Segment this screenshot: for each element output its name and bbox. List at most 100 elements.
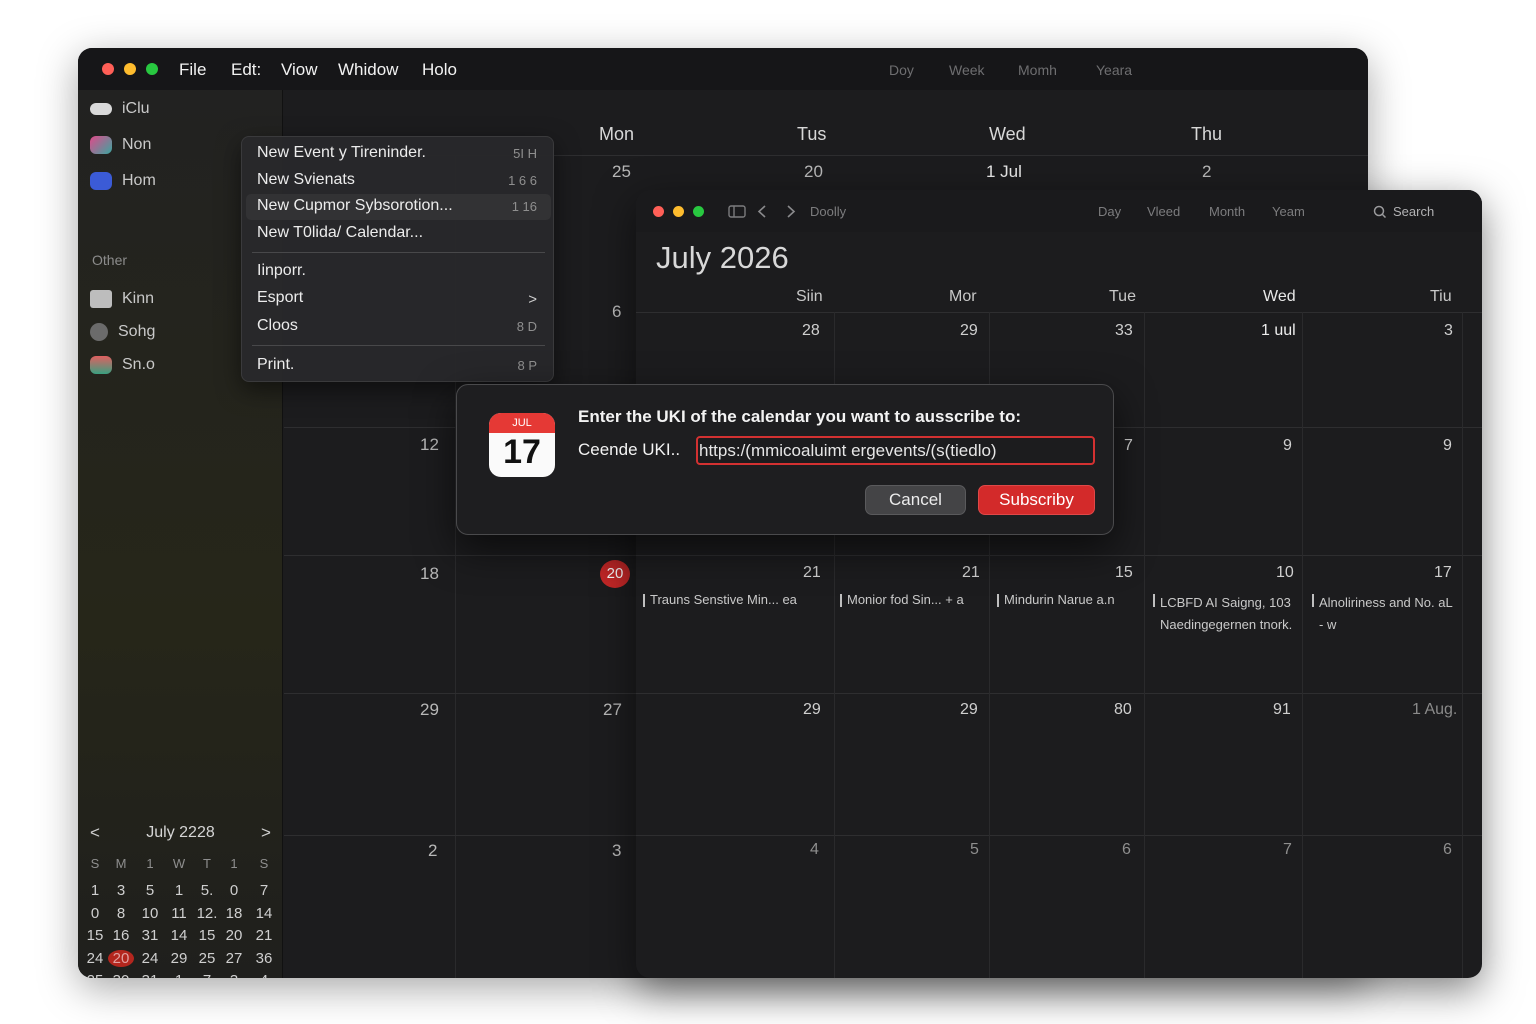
mini-weekday: T	[203, 856, 211, 871]
close-button[interactable]	[653, 206, 664, 217]
mini-day[interactable]: 8	[108, 905, 134, 922]
view-day[interactable]: Doy	[889, 62, 914, 78]
day-number: 2	[1202, 162, 1212, 181]
mini-day[interactable]: 3	[108, 882, 134, 899]
mini-day[interactable]: 24	[137, 950, 163, 967]
mini-day[interactable]: 15	[194, 927, 220, 944]
calendar-event[interactable]: Trauns Senstive Min... ea	[643, 592, 797, 607]
menu-item-new-subscription[interactable]: New Cupmor Sybsorotion...	[257, 197, 453, 215]
chevron-left-icon[interactable]	[757, 205, 767, 218]
calendar-url-input[interactable]	[696, 436, 1095, 465]
minimize-button[interactable]	[124, 63, 136, 75]
submenu-chevron-icon: >	[528, 291, 537, 308]
calendar-event[interactable]: Monior fod Sin... + a	[840, 592, 964, 607]
mini-day[interactable]: 7	[251, 882, 277, 899]
menu-shortcut: 5I H	[513, 146, 537, 161]
mini-day[interactable]: 12.	[194, 905, 220, 922]
sidebar-calendar-snlo[interactable]: Sn.o	[90, 352, 155, 378]
minimize-button[interactable]	[673, 206, 684, 217]
menu-edit[interactable]: Edt:	[231, 60, 261, 80]
menu-item-new-event[interactable]: New Event y Tireninder.	[257, 144, 426, 162]
view-week[interactable]: Week	[949, 62, 985, 78]
mini-day[interactable]: 1	[166, 972, 192, 978]
weekday-header: Tus	[797, 124, 827, 144]
menu-item-new-events[interactable]: New Svienats	[257, 171, 355, 189]
mini-day[interactable]: 11	[166, 905, 192, 922]
mini-day[interactable]: 0	[221, 882, 247, 899]
mini-day[interactable]: 3	[221, 972, 247, 978]
mini-day[interactable]: 29	[166, 950, 192, 967]
sidebar-calendar-icloud[interactable]: iClu	[90, 96, 150, 122]
menu-item-new-calendar[interactable]: New T0lida/ Calendar...	[257, 224, 423, 242]
menu-item-import[interactable]: Iinporr.	[257, 262, 306, 280]
mini-day[interactable]: 21	[251, 927, 277, 944]
close-button[interactable]	[102, 63, 114, 75]
sidebar-calendar-kinn[interactable]: Kinn	[90, 286, 154, 312]
mini-day[interactable]: 16	[108, 927, 134, 944]
menu-view[interactable]: Viow	[281, 60, 318, 80]
view-month[interactable]: Momh	[1018, 62, 1057, 78]
mini-day[interactable]: 27	[221, 950, 247, 967]
mini-day[interactable]: 31	[137, 972, 163, 978]
sidebar-calendar-home[interactable]: Hom	[90, 168, 156, 194]
mini-day[interactable]: 5.	[194, 882, 220, 899]
view-year[interactable]: Yeara	[1096, 62, 1132, 78]
mini-day[interactable]: 14	[166, 927, 192, 944]
chevron-right-icon[interactable]	[786, 205, 796, 218]
day-number: 27	[603, 700, 622, 719]
menu-separator	[252, 252, 545, 253]
mini-day[interactable]: 15	[82, 927, 108, 944]
mini-day[interactable]: 25	[82, 972, 108, 978]
zoom-button[interactable]	[146, 63, 158, 75]
sidebar-calendar-sohg[interactable]: Sohg	[90, 319, 155, 345]
calendar-event[interactable]: LCBFD AI Saigng, 103 Naedingegernen tnor…	[1153, 592, 1310, 636]
sidebar-toggle-icon[interactable]	[728, 205, 746, 218]
mini-next-button[interactable]: >	[261, 823, 271, 843]
mini-day[interactable]: 36	[251, 950, 277, 967]
view-month[interactable]: Month	[1209, 204, 1245, 219]
day-number: 17	[1434, 564, 1452, 581]
menu-file[interactable]: File	[179, 60, 206, 80]
mini-day[interactable]: 18	[221, 905, 247, 922]
menu-help[interactable]: Holo	[422, 60, 457, 80]
mini-day[interactable]: 20	[221, 927, 247, 944]
cancel-button[interactable]: Cancel	[865, 485, 966, 515]
day-number: 10	[1276, 564, 1294, 581]
calendar-event[interactable]: Mindurin Narue a.n	[997, 592, 1115, 607]
view-week[interactable]: Vleed	[1147, 204, 1180, 219]
mini-day[interactable]: 4	[251, 972, 277, 978]
menu-item-export[interactable]: Esport	[257, 289, 303, 307]
mini-day[interactable]: 7	[194, 972, 220, 978]
menu-shortcut: 8 D	[516, 319, 537, 334]
mini-day[interactable]: 5	[137, 882, 163, 899]
menu-item-print[interactable]: Print.	[257, 356, 294, 374]
grid-line	[636, 555, 1482, 556]
mini-day[interactable]: 1	[166, 882, 192, 899]
mini-day[interactable]: 10	[137, 905, 163, 922]
day-number: 28	[802, 322, 820, 339]
mini-day[interactable]: 14	[251, 905, 277, 922]
search-field[interactable]: Search	[1393, 204, 1434, 219]
file-menu: New Event y Tireninder. 5I H New Svienat…	[241, 136, 554, 382]
mini-day[interactable]: 31	[137, 927, 163, 944]
view-year[interactable]: Yeam	[1272, 204, 1305, 219]
menu-window[interactable]: Whidow	[338, 60, 398, 80]
toolbar-title: Doolly	[810, 204, 847, 219]
menu-item-close[interactable]: Cloos	[257, 317, 298, 335]
view-day[interactable]: Day	[1098, 204, 1121, 219]
today-marker: 20	[600, 560, 630, 588]
mini-day[interactable]: 30	[108, 972, 134, 978]
calendar-window-front: Doolly Day Vleed Month Yeam Search July …	[636, 190, 1482, 978]
menu-shortcut: 1 6 6	[508, 173, 537, 188]
mini-day-today[interactable]: 20	[108, 949, 134, 967]
mini-day[interactable]: 1	[82, 882, 108, 899]
mini-day[interactable]: 24	[82, 950, 108, 967]
weekday-header: Wed	[1263, 288, 1296, 305]
person-icon	[90, 290, 112, 308]
subscribe-button[interactable]: Subscriby	[978, 485, 1095, 515]
mini-day[interactable]: 0	[82, 905, 108, 922]
mini-day[interactable]: 25	[194, 950, 220, 967]
zoom-button[interactable]	[693, 206, 704, 217]
sidebar-calendar-non[interactable]: Non	[90, 132, 151, 158]
calendar-event[interactable]: Alnoliriness and No. aL - w	[1312, 592, 1459, 636]
